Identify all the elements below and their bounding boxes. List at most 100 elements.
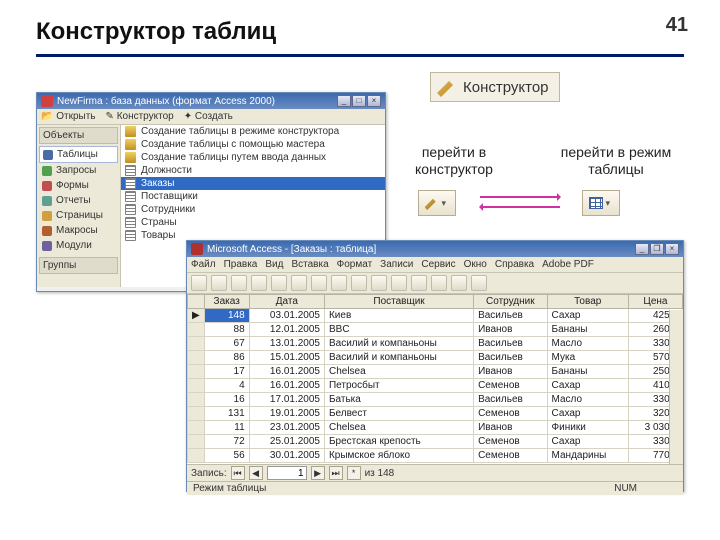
cell[interactable]: Бананы	[547, 365, 628, 379]
cell[interactable]: Масло	[547, 337, 628, 351]
menu-view[interactable]: Вид	[265, 259, 283, 270]
cell[interactable]: 17	[204, 365, 249, 379]
table-row[interactable]: ▶14803.01.2005КиевВасильевСахар425р.	[188, 309, 683, 323]
sort-asc-button[interactable]	[351, 275, 367, 291]
cell[interactable]: Батька	[324, 393, 473, 407]
cell[interactable]: 19.01.2005	[249, 407, 324, 421]
cell[interactable]: 12.01.2005	[249, 323, 324, 337]
cell[interactable]: 4	[204, 379, 249, 393]
close-button[interactable]: ×	[665, 243, 679, 255]
row-selector[interactable]	[188, 379, 205, 393]
nav-prev[interactable]: ◀	[249, 466, 263, 480]
list-item[interactable]: Сотрудники	[121, 203, 385, 216]
cell[interactable]: Сахар	[547, 435, 628, 449]
row-selector-header[interactable]	[188, 295, 205, 309]
table-row[interactable]: 5630.01.2005Крымское яблокоСеменовМандар…	[188, 449, 683, 463]
cell[interactable]: Chelsea	[324, 365, 473, 379]
row-selector[interactable]	[188, 421, 205, 435]
view-button[interactable]	[191, 275, 207, 291]
design-button[interactable]: ✎ Конструктор	[106, 111, 174, 122]
cell[interactable]: Мука	[547, 351, 628, 365]
row-selector[interactable]	[188, 407, 205, 421]
minimize-button[interactable]: _	[635, 243, 649, 255]
design-view-mode-button[interactable]: ▾	[418, 190, 456, 216]
cell[interactable]: Василий и компаньоны	[324, 337, 473, 351]
table-row[interactable]: 6713.01.2005Василий и компаньоныВасильев…	[188, 337, 683, 351]
menu-insert[interactable]: Вставка	[291, 259, 328, 270]
cell[interactable]: Петросбыт	[324, 379, 473, 393]
datasheet-grid[interactable]: Заказ Дата Поставщик Сотрудник Товар Цен…	[187, 294, 683, 464]
cell[interactable]: Васильев	[474, 337, 547, 351]
cell[interactable]: 23.01.2005	[249, 421, 324, 435]
row-selector[interactable]	[188, 449, 205, 463]
menu-tools[interactable]: Сервис	[421, 259, 455, 270]
cell[interactable]: Масло	[547, 393, 628, 407]
list-item[interactable]: Создание таблицы в режиме конструктора	[121, 125, 385, 138]
cell[interactable]: Сахар	[547, 379, 628, 393]
cell[interactable]: Семенов	[474, 379, 547, 393]
cell[interactable]: 148	[204, 309, 249, 323]
cell[interactable]: Семенов	[474, 435, 547, 449]
cell[interactable]: Сахар	[547, 407, 628, 421]
cell[interactable]: Крымское яблоко	[324, 449, 473, 463]
cell[interactable]: Брестская крепость	[324, 435, 473, 449]
menu-adobe-pdf[interactable]: Adobe PDF	[542, 259, 594, 270]
new-record-button[interactable]	[431, 275, 447, 291]
cell[interactable]: 16	[204, 393, 249, 407]
open-button[interactable]: 📂 Открыть	[41, 111, 96, 122]
cell[interactable]: Сахар	[547, 309, 628, 323]
col-employee[interactable]: Сотрудник	[474, 295, 547, 309]
minimize-button[interactable]: _	[337, 95, 351, 107]
cell[interactable]: Финики	[547, 421, 628, 435]
table-row[interactable]: 8615.01.2005Василий и компаньоныВасильев…	[188, 351, 683, 365]
cell[interactable]: 17.01.2005	[249, 393, 324, 407]
cell[interactable]: Иванов	[474, 365, 547, 379]
cell[interactable]: Семенов	[474, 449, 547, 463]
table-row[interactable]: 8812.01.2005BBCИвановБананы260р.	[188, 323, 683, 337]
cell[interactable]: Иванов	[474, 323, 547, 337]
cell[interactable]: Бананы	[547, 323, 628, 337]
delete-record-button[interactable]	[451, 275, 467, 291]
cell[interactable]: 67	[204, 337, 249, 351]
paste-button[interactable]	[331, 275, 347, 291]
list-item[interactable]: Должности	[121, 164, 385, 177]
sort-desc-button[interactable]	[371, 275, 387, 291]
menu-edit[interactable]: Правка	[224, 259, 258, 270]
row-selector[interactable]	[188, 393, 205, 407]
nav-position[interactable]	[267, 466, 307, 480]
col-supplier[interactable]: Поставщик	[324, 295, 473, 309]
cell[interactable]: Семенов	[474, 407, 547, 421]
cell[interactable]: Васильев	[474, 393, 547, 407]
sidebar-item-queries[interactable]: Запросы	[39, 163, 118, 178]
sidebar-item-macros[interactable]: Макросы	[39, 223, 118, 238]
row-selector[interactable]	[188, 337, 205, 351]
cell[interactable]: 25.01.2005	[249, 435, 324, 449]
cell[interactable]: 16.01.2005	[249, 365, 324, 379]
cell[interactable]: 56	[204, 449, 249, 463]
menu-help[interactable]: Справка	[495, 259, 534, 270]
col-date[interactable]: Дата	[249, 295, 324, 309]
cell[interactable]: 11	[204, 421, 249, 435]
cell[interactable]: Васильев	[474, 351, 547, 365]
col-id[interactable]: Заказ	[204, 295, 249, 309]
design-view-big-button[interactable]: Конструктор	[430, 72, 560, 102]
spell-button[interactable]	[271, 275, 287, 291]
datasheet-view-mode-button[interactable]: ▾	[582, 190, 620, 216]
table-row[interactable]: 1123.01.2005ChelseaИвановФиники3 030р.	[188, 421, 683, 435]
list-item[interactable]: Поставщики	[121, 190, 385, 203]
cell[interactable]: BBC	[324, 323, 473, 337]
cell[interactable]: Василий и компаньоны	[324, 351, 473, 365]
cell[interactable]: Мандарины	[547, 449, 628, 463]
menu-records[interactable]: Записи	[380, 259, 413, 270]
save-button[interactable]	[211, 275, 227, 291]
col-product[interactable]: Товар	[547, 295, 628, 309]
row-selector[interactable]	[188, 435, 205, 449]
cell[interactable]: 72	[204, 435, 249, 449]
vertical-scrollbar[interactable]	[669, 310, 683, 464]
cell[interactable]: Иванов	[474, 421, 547, 435]
find-button[interactable]	[411, 275, 427, 291]
cell[interactable]: Белвест	[324, 407, 473, 421]
menubar[interactable]: Файл Правка Вид Вставка Формат Записи Се…	[187, 257, 683, 273]
nav-new[interactable]: *	[347, 466, 361, 480]
cell[interactable]: 15.01.2005	[249, 351, 324, 365]
